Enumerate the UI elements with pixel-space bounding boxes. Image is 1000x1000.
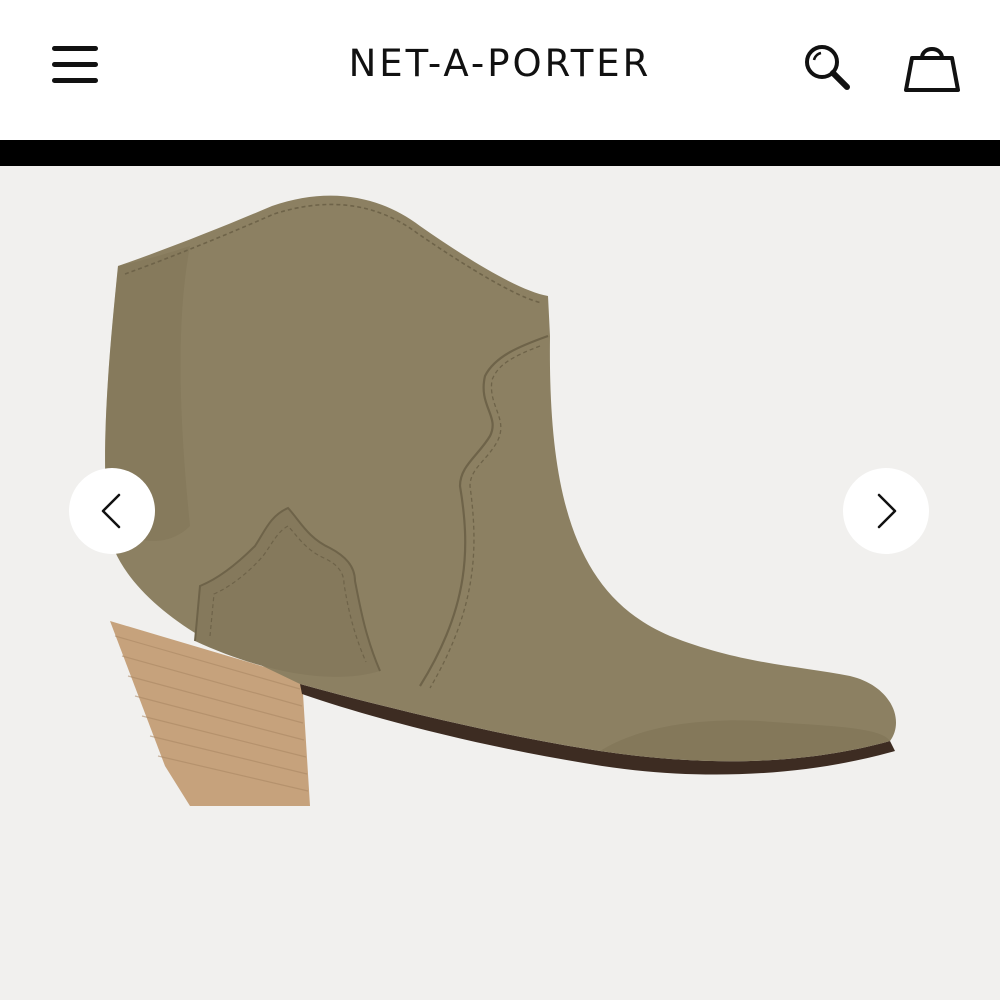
- header-divider-bar: [0, 140, 1000, 166]
- site-header: NET-A-PORTER: [0, 0, 1000, 140]
- menu-button[interactable]: [48, 40, 102, 90]
- shopping-bag-icon: [904, 47, 960, 92]
- brand-logo[interactable]: NET-A-PORTER: [250, 42, 750, 85]
- search-button[interactable]: [800, 40, 856, 94]
- chevron-right-icon: [877, 493, 897, 529]
- suede-western-ankle-boot-image: [105, 195, 897, 806]
- hamburger-menu-icon: [52, 46, 98, 83]
- next-image-button[interactable]: [843, 468, 929, 554]
- search-icon: [805, 45, 850, 90]
- product-image-gallery: [0, 166, 1000, 1000]
- shopping-bag-button[interactable]: [900, 38, 964, 96]
- chevron-left-icon: [101, 493, 121, 529]
- previous-image-button[interactable]: [69, 468, 155, 554]
